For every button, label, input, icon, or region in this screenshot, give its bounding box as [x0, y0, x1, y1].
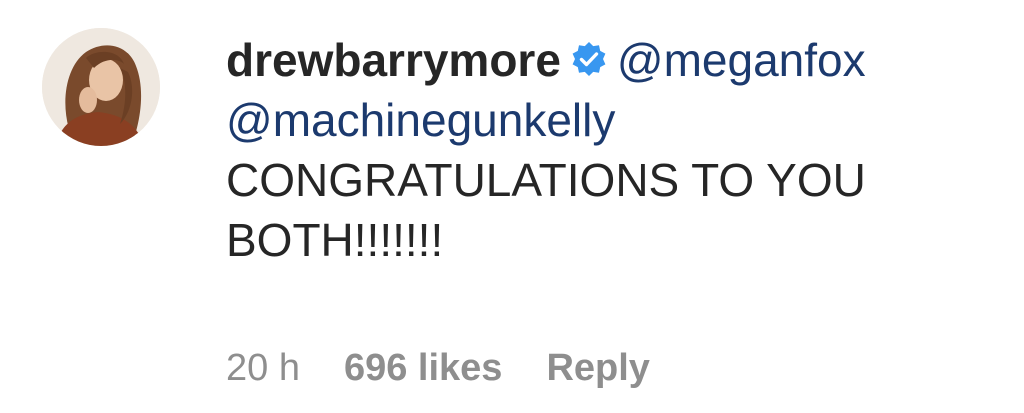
- comment-meta: 20 h 696 likes Reply: [226, 343, 650, 393]
- avatar-photo: [42, 28, 160, 146]
- mention-link-machinegunkelly[interactable]: @machinegunkelly: [226, 94, 615, 146]
- likes-count-button[interactable]: 696 likes: [344, 343, 502, 393]
- verified-badge-icon: [569, 34, 609, 76]
- comment-text-line-2: BOTH!!!!!!!: [226, 214, 444, 266]
- comment-line-2: @machinegunkelly: [226, 90, 1006, 150]
- comment-body: drewbarrymore @meganfox @machinegunkelly …: [226, 30, 1006, 270]
- mention-link-meganfox[interactable]: @meganfox: [617, 34, 866, 86]
- comment: drewbarrymore @meganfox @machinegunkelly …: [0, 0, 1024, 413]
- timestamp: 20 h: [226, 347, 300, 389]
- username-link[interactable]: drewbarrymore: [226, 34, 561, 86]
- comment-line-1: drewbarrymore @meganfox: [226, 30, 1006, 90]
- avatar[interactable]: [42, 28, 160, 146]
- reply-button[interactable]: Reply: [546, 343, 649, 393]
- comment-text-line-1: CONGRATULATIONS TO YOU: [226, 154, 866, 206]
